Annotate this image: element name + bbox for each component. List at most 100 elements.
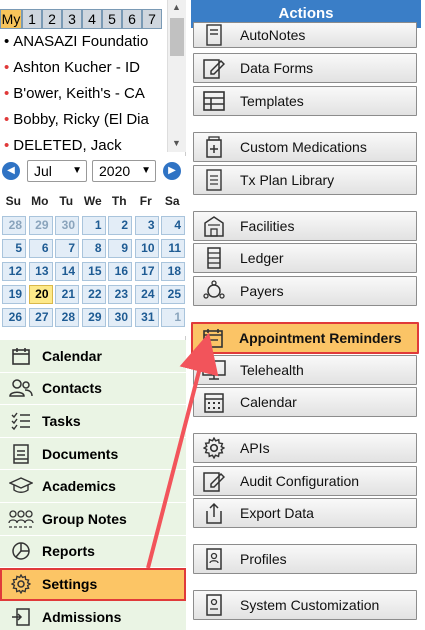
facilities-button[interactable]: Facilities bbox=[193, 211, 417, 241]
calendar-day[interactable]: 19 bbox=[2, 285, 26, 304]
calendar-day[interactable]: 27 bbox=[28, 308, 53, 327]
monitor-icon bbox=[200, 358, 228, 382]
apis-button[interactable]: APIs bbox=[193, 433, 417, 463]
nav-label: Reports bbox=[42, 543, 95, 560]
calendar-day[interactable]: 29 bbox=[81, 308, 106, 327]
button-label: Calendar bbox=[240, 394, 297, 410]
calendar-day[interactable]: 2 bbox=[108, 216, 132, 235]
calendar-day[interactable]: 24 bbox=[134, 285, 159, 304]
calendar-day[interactable]: 3 bbox=[134, 216, 159, 235]
client-item[interactable]: • Bobby, Ricky (El Dia bbox=[0, 108, 168, 134]
data-forms-button[interactable]: Data Forms bbox=[193, 53, 417, 83]
calendar-button[interactable]: Calendar bbox=[193, 387, 417, 417]
scroll-up-icon[interactable]: ▲ bbox=[172, 2, 181, 12]
nav-item-admissions[interactable]: Admissions bbox=[0, 600, 186, 630]
calendar-day[interactable]: 4 bbox=[161, 216, 185, 235]
calendar-day[interactable]: 15 bbox=[81, 262, 106, 281]
calendar-day[interactable]: 20 bbox=[28, 285, 53, 304]
calendar-day[interactable]: 25 bbox=[161, 285, 185, 304]
audit-configuration-button[interactable]: Audit Configuration bbox=[193, 466, 417, 496]
weekday-label: Su bbox=[5, 194, 21, 208]
calendar-day[interactable]: 23 bbox=[108, 285, 132, 304]
calendar-day[interactable]: 7 bbox=[55, 239, 79, 258]
tab-my[interactable]: My bbox=[0, 9, 22, 29]
tx-plan-library-button[interactable]: Tx Plan Library bbox=[193, 165, 417, 195]
calendar-grid: 28 29 30 1 2 3 4 5 6 7 8 9 10 11 12 13 14 15 16 17 18 19 20 21 2… bbox=[2, 216, 185, 327]
nav-item-contacts[interactable]: Contacts bbox=[0, 372, 186, 406]
calendar-day[interactable]: 31 bbox=[134, 308, 159, 327]
notes-icon bbox=[200, 23, 228, 47]
tab-7[interactable]: 7 bbox=[142, 9, 162, 29]
client-list: • ANASAZI Foundatio • Ashton Kucher - ID •… bbox=[0, 30, 168, 152]
calendar-day[interactable]: 16 bbox=[108, 262, 132, 281]
profiles-button[interactable]: Profiles bbox=[193, 544, 417, 574]
calendar-day[interactable]: 22 bbox=[81, 285, 106, 304]
nav-item-group-notes[interactable]: Group Notes bbox=[0, 502, 186, 536]
weekday-label: Sa bbox=[164, 194, 180, 208]
calendar-day[interactable]: 26 bbox=[2, 308, 26, 327]
telehealth-button[interactable]: Telehealth bbox=[193, 355, 417, 385]
payers-icon bbox=[200, 279, 228, 303]
scroll-thumb[interactable] bbox=[170, 18, 184, 56]
system-customization-button[interactable]: System Customization bbox=[193, 590, 417, 620]
group-icon bbox=[8, 508, 34, 530]
client-item[interactable]: • ANASAZI Foundatio bbox=[0, 30, 168, 56]
calendar-day[interactable]: 5 bbox=[2, 239, 26, 258]
calendar-day[interactable]: 30 bbox=[55, 216, 79, 235]
calendar-day[interactable]: 9 bbox=[108, 239, 132, 258]
calendar-day[interactable]: 10 bbox=[134, 239, 159, 258]
calendar-day[interactable]: 28 bbox=[55, 308, 79, 327]
tab-2[interactable]: 2 bbox=[42, 9, 62, 29]
year-value: 2020 bbox=[99, 163, 131, 179]
year-select[interactable]: 2020 ▼ bbox=[92, 160, 156, 182]
button-label: Audit Configuration bbox=[240, 473, 360, 489]
calendar-day[interactable]: 11 bbox=[161, 239, 185, 258]
nav-label: Documents bbox=[42, 445, 119, 462]
tab-4[interactable]: 4 bbox=[82, 9, 102, 29]
appointment-reminders-button[interactable]: Appointment Reminders bbox=[191, 322, 419, 354]
calendar-day[interactable]: 17 bbox=[134, 262, 159, 281]
templates-button[interactable]: Templates bbox=[193, 86, 417, 116]
nav-item-calendar[interactable]: Calendar bbox=[0, 340, 186, 373]
nav-item-settings[interactable]: Settings bbox=[0, 568, 186, 601]
calendar-day[interactable]: 14 bbox=[55, 262, 79, 281]
calendar-day[interactable]: 29 bbox=[28, 216, 53, 235]
button-label: Profiles bbox=[240, 551, 287, 567]
bullet: • bbox=[4, 85, 10, 102]
export-data-button[interactable]: Export Data bbox=[193, 498, 417, 528]
nav-item-academics[interactable]: Academics bbox=[0, 470, 186, 503]
calendar-day[interactable]: 6 bbox=[28, 239, 53, 258]
tab-5[interactable]: 5 bbox=[102, 9, 122, 29]
calendar-day[interactable]: 30 bbox=[108, 308, 132, 327]
calendar-day[interactable]: 13 bbox=[28, 262, 53, 281]
prev-month-icon[interactable]: ◀ bbox=[2, 162, 20, 180]
nav-item-tasks[interactable]: Tasks bbox=[0, 405, 186, 438]
month-select[interactable]: Jul ▼ bbox=[27, 160, 87, 182]
calendar-day[interactable]: 1 bbox=[81, 216, 106, 235]
calendar-day[interactable]: 18 bbox=[161, 262, 185, 281]
tab-6[interactable]: 6 bbox=[122, 9, 142, 29]
ledger-icon bbox=[200, 246, 228, 270]
calendar-day[interactable]: 8 bbox=[81, 239, 106, 258]
tab-3[interactable]: 3 bbox=[62, 9, 82, 29]
payers-button[interactable]: Payers bbox=[193, 276, 417, 306]
client-item[interactable]: • DELETED, Jack bbox=[0, 134, 168, 152]
weekday-label: Th bbox=[111, 194, 127, 208]
calendar-day[interactable]: 1 bbox=[161, 308, 185, 327]
calendar-day[interactable]: 12 bbox=[2, 262, 26, 281]
ledger-button[interactable]: Ledger bbox=[193, 243, 417, 273]
client-item[interactable]: • B'ower, Keith's - CA bbox=[0, 82, 168, 108]
autonotes-button[interactable]: AutoNotes bbox=[193, 22, 417, 48]
calendar-day[interactable]: 21 bbox=[55, 285, 79, 304]
client-list-scrollbar[interactable]: ▲ ▼ bbox=[167, 0, 186, 152]
client-item[interactable]: • Ashton Kucher - ID bbox=[0, 56, 168, 82]
button-label: System Customization bbox=[240, 597, 380, 613]
nav-item-reports[interactable]: Reports bbox=[0, 535, 186, 569]
custom-medications-button[interactable]: Custom Medications bbox=[193, 132, 417, 162]
calendar-day[interactable]: 28 bbox=[2, 216, 26, 235]
scroll-down-icon[interactable]: ▼ bbox=[172, 138, 181, 148]
next-month-icon[interactable]: ▶ bbox=[163, 162, 181, 180]
tab-1[interactable]: 1 bbox=[22, 9, 42, 29]
button-label: Payers bbox=[240, 283, 284, 299]
nav-item-documents[interactable]: Documents bbox=[0, 437, 186, 471]
